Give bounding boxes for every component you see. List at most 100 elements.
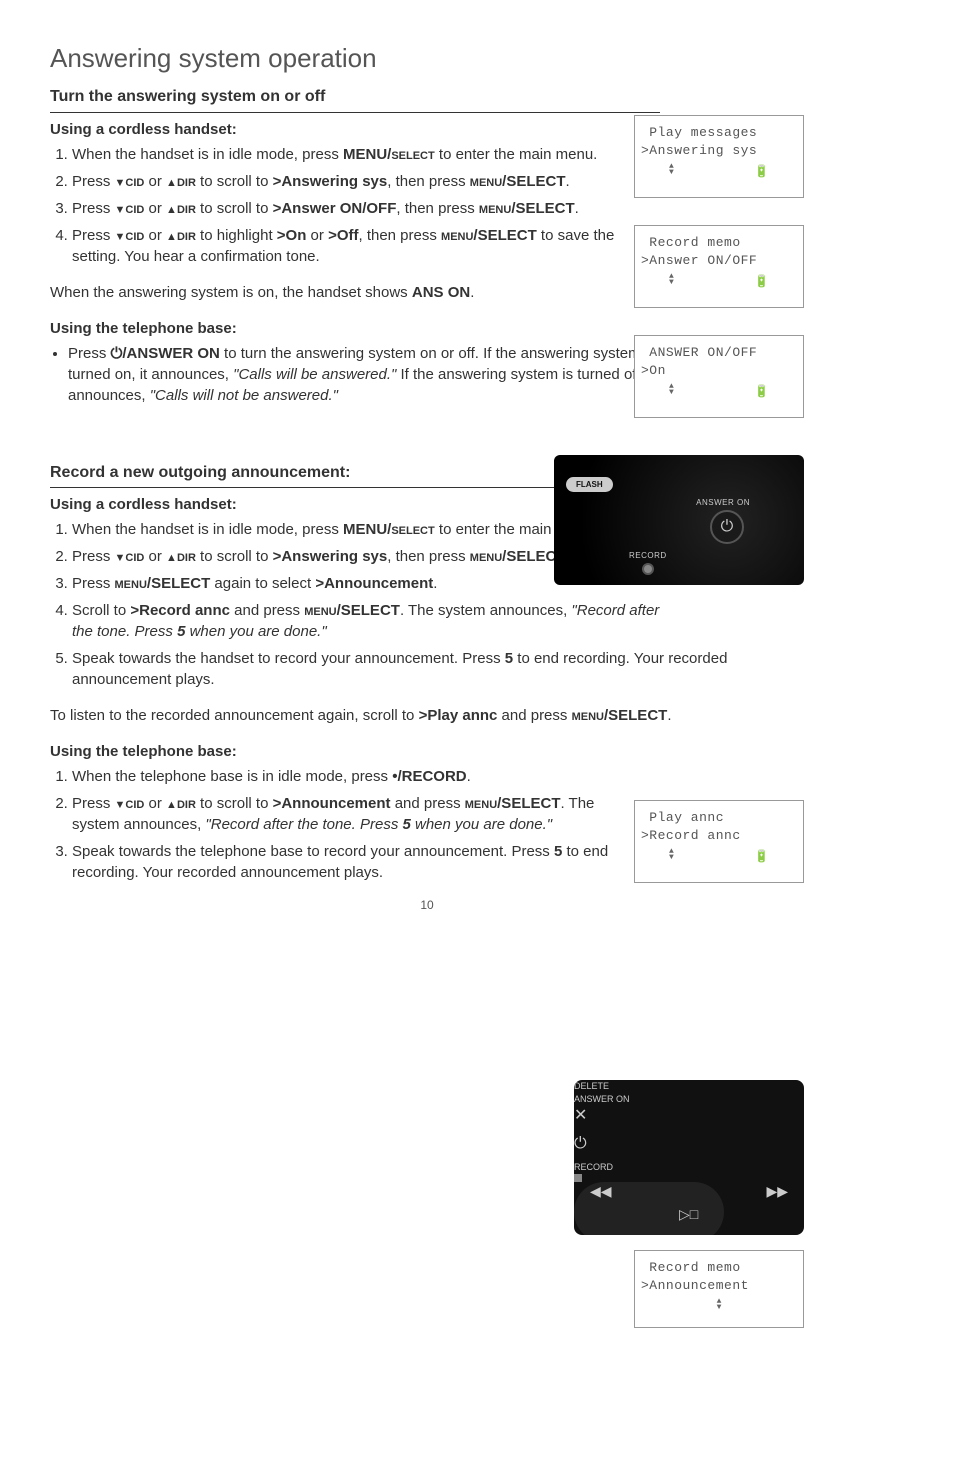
up-arrow-icon [166, 200, 177, 217]
step: Press cid or dir to scroll to >Answering… [72, 171, 660, 192]
playback-bar: ◀◀ ▶▶ [574, 1182, 724, 1235]
lcd-line: Record memo [641, 1259, 797, 1277]
lcd-screen-2: Record memo >Answer ON/OFF [634, 225, 804, 308]
up-arrow-icon [166, 795, 177, 812]
text: Press [72, 575, 115, 592]
quote: 5 [403, 816, 411, 833]
lcd-screen-5: Record memo >Announcement [634, 1250, 804, 1328]
down-arrow-icon [115, 548, 126, 565]
text: to scroll to [196, 173, 273, 190]
updown-icon [669, 849, 674, 866]
key: MENU/ [343, 521, 391, 538]
key: /SELECT [502, 173, 565, 190]
text: to enter the main menu. [435, 146, 598, 163]
answer-on-label: ANSWER ON [696, 497, 750, 508]
key: dir [177, 200, 196, 217]
text: . [566, 173, 570, 190]
battery-icon [754, 164, 769, 181]
section1-heading: Turn the answering system on or off [50, 86, 660, 112]
text: . [433, 575, 437, 592]
telephone-base-image-2: DELETE ANSWER ON ✕ ⏻ RECORD ◀◀ ▶▶ REPEAT… [574, 1080, 804, 1235]
quote: when you are done." [185, 623, 326, 640]
answer-on-label: ANSWER ON [574, 1093, 804, 1106]
text: Press [72, 173, 115, 190]
text: Press [72, 200, 115, 217]
text: When the handset is in idle mode, press [72, 146, 343, 163]
key: dir [177, 173, 196, 190]
key: dir [177, 548, 196, 565]
text: or [306, 227, 328, 244]
key: menu [470, 173, 502, 190]
target: >Record annc [130, 602, 230, 619]
key: /SELECT [604, 707, 667, 724]
text: , then press [387, 548, 470, 565]
text: . [470, 284, 474, 301]
key: cid [125, 173, 144, 190]
quote: "Record after the tone. Press [205, 816, 402, 833]
section2-after: To listen to the recorded announcement a… [50, 705, 804, 726]
key: /SELECT [337, 602, 400, 619]
target: >Answer ON/OFF [273, 200, 397, 217]
text: Scroll to [72, 602, 130, 619]
record-dot-icon [642, 563, 654, 575]
record-dot-icon [574, 1174, 582, 1182]
target: >Answering sys [273, 173, 388, 190]
step: Press cid or dir to scroll to >Answer ON… [72, 198, 660, 219]
key: 5 [505, 650, 513, 667]
flash-button: FLASH [566, 477, 613, 492]
page-number: 10 [420, 897, 433, 914]
key: menu [441, 227, 473, 244]
down-arrow-icon [115, 173, 126, 190]
step: Scroll to >Record annc and press menu/SE… [72, 600, 682, 642]
rewind-icon: ◀◀ [590, 1182, 612, 1202]
text: . [467, 768, 471, 785]
key: menu [572, 707, 604, 724]
text: When the telephone base is in idle mode,… [72, 768, 392, 785]
power-button-icon: ⏻ [574, 1133, 602, 1161]
key: cid [125, 200, 144, 217]
lcd-screen-1: Play messages >Answering sys [634, 115, 804, 198]
step: When the handset is in idle mode, press … [72, 144, 660, 165]
text: Press [68, 345, 111, 362]
section1-sub-handset: Using a cordless handset: [50, 119, 660, 140]
lcd-line: Play messages [641, 124, 797, 142]
updown-icon [669, 164, 674, 181]
section2-base-steps: When the telephone base is in idle mode,… [50, 766, 610, 883]
delete-label: DELETE [574, 1080, 804, 1093]
target: >Answering sys [273, 548, 388, 565]
lcd-line: >Answering sys [641, 142, 797, 160]
step: Speak towards the telephone base to reco… [72, 841, 610, 883]
target: >Play annc [419, 707, 498, 724]
text: again to select [210, 575, 315, 592]
lcd-line: Record memo [641, 234, 797, 252]
lcd-line: >Record annc [641, 827, 797, 845]
text: to scroll to [196, 200, 273, 217]
text: or [144, 173, 166, 190]
section1-base-bullets: Press /ANSWER ON to turn the answering s… [50, 343, 660, 406]
text: or [144, 227, 166, 244]
battery-icon [754, 849, 769, 866]
target: >Off [328, 227, 358, 244]
power-icon [111, 345, 123, 362]
step: Press cid or dir to scroll to >Announcem… [72, 793, 610, 835]
section2-sub-base: Using the telephone base: [50, 741, 610, 762]
target: >Announcement [315, 575, 433, 592]
down-arrow-icon [115, 795, 126, 812]
text: Speak towards the handset to record your… [72, 650, 505, 667]
text: and press [230, 602, 304, 619]
record-label: RECORD [629, 550, 667, 561]
text: Press [72, 548, 115, 565]
key: cid [125, 548, 144, 565]
key: cid [125, 795, 144, 812]
key: ANS ON [412, 284, 470, 301]
lcd-line: >On [641, 362, 797, 380]
key: /SELECT [473, 227, 536, 244]
text: . The system announces, [400, 602, 571, 619]
play-stop-icon: ▷□ [679, 1205, 698, 1225]
updown-icon [717, 1299, 722, 1311]
key: /ANSWER ON [122, 345, 220, 362]
battery-icon [754, 274, 769, 291]
lcd-line: ANSWER ON/OFF [641, 344, 797, 362]
step: Press cid or dir to highlight >On or >Of… [72, 225, 660, 267]
quote: "Calls will be answered." [233, 366, 396, 383]
